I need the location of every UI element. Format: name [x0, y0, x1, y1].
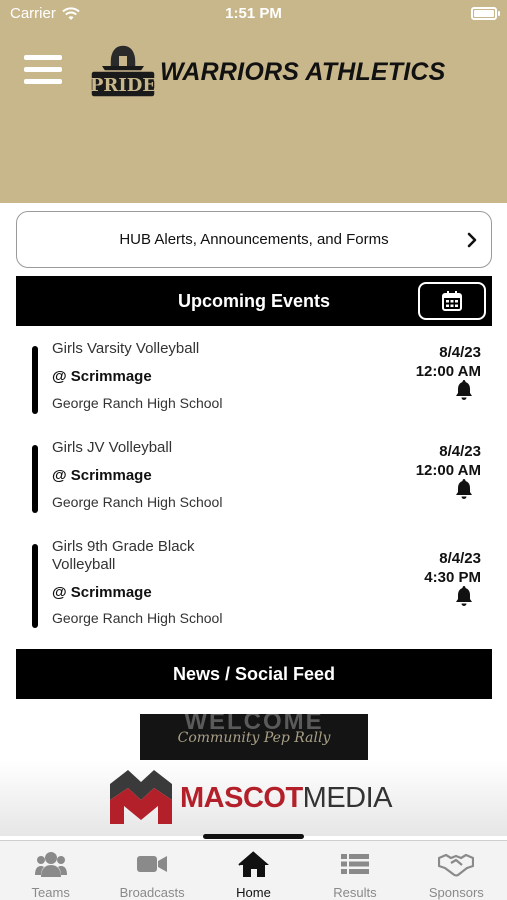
tab-broadcasts[interactable]: Broadcasts [101, 841, 202, 900]
event-datetime: 8/4/23 4:30 PM [424, 549, 481, 587]
tab-results[interactable]: Results [304, 841, 405, 900]
mascot-media-logo [110, 770, 172, 824]
app-header: Carrier 1:51 PM PRIDE WARRIORS ATHLETICS [0, 0, 507, 203]
event-opponent: @ Scrimmage [52, 368, 152, 385]
event-item[interactable]: Girls JV Volleyball @ Scrimmage George R… [16, 439, 492, 517]
tab-bar: Teams Broadcasts Home Results Sponsors [0, 840, 507, 900]
upcoming-events-header: Upcoming Events [16, 276, 492, 326]
event-team: Girls 9th Grade Black Volleyball [52, 538, 195, 573]
tab-sponsors[interactable]: Sponsors [406, 841, 507, 900]
upcoming-events-title: Upcoming Events [177, 290, 331, 311]
hub-alerts-button[interactable]: HUB Alerts, Announcements, and Forms [16, 211, 492, 268]
news-feed-header: News / Social Feed [16, 649, 492, 699]
news-image-subheading: Community Pep Rally [177, 730, 331, 746]
event-opponent: @ Scrimmage [52, 467, 152, 484]
event-datetime: 8/4/23 12:00 AM [416, 343, 481, 381]
hub-alerts-label: HUB Alerts, Announcements, and Forms [119, 231, 389, 248]
event-item[interactable]: Girls 9th Grade Black Volleyball @ Scrim… [16, 538, 492, 630]
tab-label: Broadcasts [119, 885, 185, 900]
event-rail [32, 445, 38, 513]
event-venue: George Ranch High School [52, 610, 223, 626]
event-team: Girls JV Volleyball [52, 439, 173, 456]
bell-icon[interactable] [454, 585, 474, 607]
news-feed-title: News / Social Feed [172, 663, 336, 684]
home-indicator [203, 834, 304, 839]
teams-icon [34, 852, 67, 877]
event-venue: George Ranch High School [52, 494, 223, 510]
battery-icon [471, 7, 500, 20]
page-title: WARRIORS ATHLETICS [160, 58, 446, 86]
bell-icon[interactable] [454, 478, 474, 500]
calendar-icon [442, 291, 462, 311]
event-date: 8/4/23 [439, 550, 481, 567]
video-camera-icon [137, 856, 168, 872]
tab-label: Home [236, 885, 271, 900]
event-venue: George Ranch High School [52, 395, 223, 411]
sponsor-name: MASCOTMEDIA [180, 782, 393, 814]
event-rail [32, 346, 38, 414]
tab-teams[interactable]: Teams [0, 841, 101, 900]
tab-home[interactable]: Home [203, 841, 304, 900]
event-team: Girls Varsity Volleyball [52, 340, 200, 357]
tab-label: Sponsors [428, 885, 484, 900]
sponsor-banner[interactable]: MASCOTMEDIA [0, 760, 507, 836]
handshake-icon [438, 853, 475, 877]
event-item[interactable]: Girls Varsity Volleyball @ Scrimmage Geo… [16, 340, 492, 418]
event-rail [32, 544, 38, 628]
logo-text: PRIDE [90, 75, 156, 96]
hamburger-menu-icon[interactable] [24, 55, 62, 85]
status-bar: Carrier 1:51 PM [0, 0, 507, 30]
event-datetime: 8/4/23 12:00 AM [416, 442, 481, 480]
news-post-image[interactable]: WELCOME Community Pep Rally [140, 714, 368, 760]
event-date: 8/4/23 [439, 344, 481, 361]
tab-label: Teams [31, 885, 70, 900]
chevron-right-icon [467, 232, 477, 248]
status-time: 1:51 PM [225, 5, 282, 22]
bell-icon[interactable] [454, 379, 474, 401]
home-icon [237, 851, 269, 877]
list-icon [340, 854, 369, 874]
tab-label: Results [333, 885, 377, 900]
event-opponent: @ Scrimmage [52, 584, 152, 601]
calendar-button[interactable] [418, 282, 486, 320]
event-date: 8/4/23 [439, 443, 481, 460]
pride-logo: PRIDE [90, 44, 156, 98]
